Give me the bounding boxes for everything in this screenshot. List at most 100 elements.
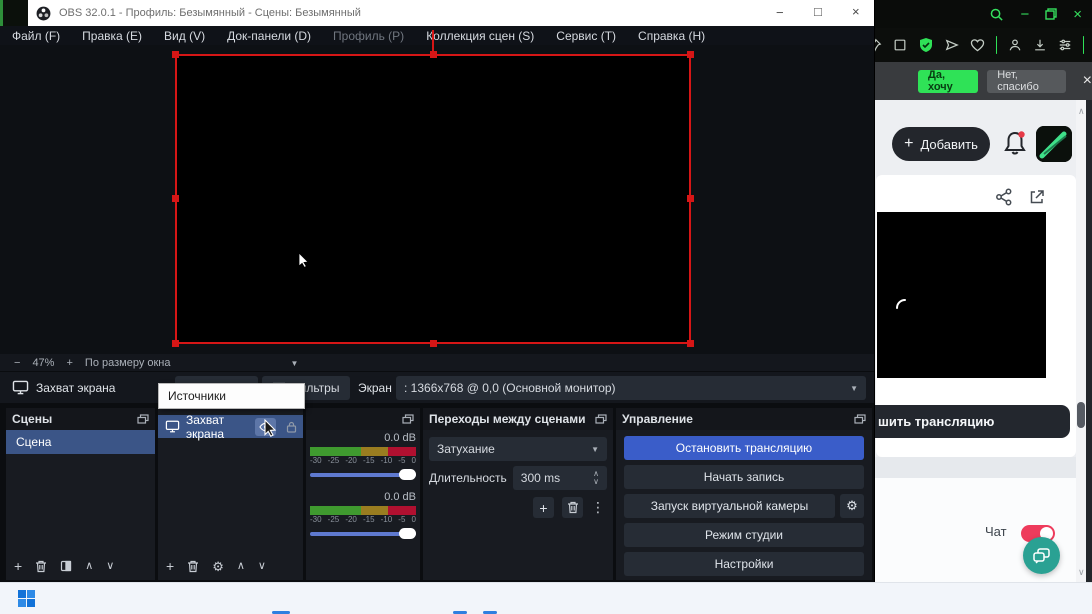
dock-popout-icon[interactable] bbox=[595, 414, 607, 424]
notification-close-icon[interactable]: × bbox=[1083, 72, 1092, 90]
zoom-out-button[interactable]: − bbox=[14, 357, 20, 369]
add-scene-button[interactable]: + bbox=[14, 559, 22, 573]
toolbar-divider bbox=[996, 36, 997, 54]
share-icon[interactable] bbox=[995, 188, 1013, 206]
scrollbar-thumb[interactable] bbox=[1077, 402, 1085, 428]
settings-sliders-icon[interactable] bbox=[1058, 38, 1072, 52]
browser-close-button[interactable]: × bbox=[1073, 7, 1082, 22]
browser-search-icon[interactable] bbox=[989, 7, 1004, 22]
active-source-label: Захват экрана bbox=[36, 381, 116, 395]
preview-canvas[interactable] bbox=[175, 54, 691, 344]
obs-minimize-button[interactable]: − bbox=[776, 6, 784, 19]
move-scene-down-button[interactable]: ∨ bbox=[106, 560, 114, 572]
studio-mode-button[interactable]: Режим студии bbox=[624, 523, 864, 547]
settings-button[interactable]: Настройки bbox=[624, 552, 864, 576]
transition-menu-button[interactable]: ⋮ bbox=[591, 499, 605, 516]
add-transition-button[interactable]: + bbox=[533, 497, 554, 518]
add-button-label: Добавить bbox=[920, 136, 978, 152]
browser-scrollbar[interactable] bbox=[1076, 100, 1086, 582]
send-icon[interactable] bbox=[945, 38, 959, 52]
notification-bar: Да, хочу Нет, спасибо × bbox=[868, 62, 1092, 100]
dock-popout-icon[interactable] bbox=[402, 414, 414, 424]
handle-top-left[interactable] bbox=[172, 51, 179, 58]
mixer-header bbox=[306, 408, 420, 430]
browser-minimize-button[interactable]: − bbox=[1020, 7, 1029, 22]
source-properties-button[interactable]: ⚙ bbox=[212, 560, 224, 573]
video-player[interactable] bbox=[877, 212, 1046, 378]
source-lock-icon[interactable] bbox=[286, 421, 297, 433]
menu-tools[interactable]: Сервис (T) bbox=[556, 29, 616, 43]
remove-transition-button[interactable] bbox=[562, 497, 583, 518]
duplicate-scene-button[interactable] bbox=[60, 560, 72, 572]
virtual-camera-config-button[interactable]: ⚙ bbox=[840, 494, 864, 518]
transition-type-select[interactable]: Затухание ▼ bbox=[429, 437, 607, 461]
caret-down-icon[interactable]: ▼ bbox=[291, 359, 299, 368]
slider-knob[interactable] bbox=[399, 469, 416, 480]
handle-bottom-center[interactable] bbox=[430, 340, 437, 347]
profile-icon[interactable] bbox=[1008, 38, 1022, 52]
start-button[interactable] bbox=[18, 590, 35, 607]
snapshot-icon[interactable] bbox=[893, 38, 907, 52]
handle-mid-right[interactable] bbox=[687, 195, 694, 202]
menu-file[interactable]: Файл (F) bbox=[12, 29, 60, 43]
zoom-in-button[interactable]: + bbox=[66, 357, 72, 369]
end-stream-button[interactable]: шить трансляцию bbox=[856, 405, 1070, 438]
handle-top-center[interactable] bbox=[430, 51, 437, 58]
source-list-item[interactable]: Захват экрана bbox=[158, 413, 303, 441]
scene-list-item[interactable]: Сцена bbox=[6, 430, 155, 454]
browser-edge bbox=[1086, 100, 1092, 582]
remove-scene-button[interactable] bbox=[35, 560, 47, 573]
volume-slider-1[interactable] bbox=[310, 469, 416, 480]
scroll-up-icon[interactable]: ∧ bbox=[1078, 107, 1085, 116]
accept-button[interactable]: Да, хочу bbox=[918, 69, 979, 93]
volume-slider-2[interactable] bbox=[310, 528, 416, 539]
avatar[interactable] bbox=[1036, 126, 1072, 162]
virtual-camera-button[interactable]: Запуск виртуальной камеры bbox=[624, 494, 835, 518]
slider-knob[interactable] bbox=[399, 528, 416, 539]
chat-fab-button[interactable] bbox=[1023, 537, 1060, 574]
dock-popout-icon[interactable] bbox=[137, 414, 149, 424]
meter1-ticks: -30 -25 -20 -15 -10 -5 0 bbox=[310, 456, 416, 465]
remove-source-button[interactable] bbox=[187, 560, 199, 573]
menu-profile[interactable]: Профиль (P) bbox=[333, 29, 404, 43]
zoom-bar: − 47% + По размеру окна ▼ bbox=[0, 354, 874, 372]
menu-scene-collection[interactable]: Коллекция сцен (S) bbox=[426, 29, 534, 43]
screen-select[interactable]: : 1366x768 @ 0,0 (Основной монитор) ▼ bbox=[396, 376, 866, 400]
download-icon[interactable] bbox=[1033, 38, 1047, 52]
add-button[interactable]: + Добавить bbox=[892, 127, 990, 161]
shield-badge-icon[interactable] bbox=[918, 37, 934, 53]
source-properties-row: Захват экрана Фильтры Экран : 1366x768 @… bbox=[0, 371, 874, 404]
menu-help[interactable]: Справка (H) bbox=[638, 29, 705, 43]
handle-mid-left[interactable] bbox=[172, 195, 179, 202]
scroll-down-icon[interactable]: ∨ bbox=[1078, 568, 1085, 577]
heart-icon[interactable] bbox=[970, 38, 985, 52]
start-record-button[interactable]: Начать запись bbox=[624, 465, 864, 489]
menu-docks[interactable]: Док-панели (D) bbox=[227, 29, 311, 43]
window-title: OBS 32.0.1 - Профиль: Безымянный - Сцены… bbox=[59, 7, 361, 19]
handle-top-right[interactable] bbox=[687, 51, 694, 58]
spin-down-icon[interactable]: ∨ bbox=[593, 478, 599, 486]
menu-view[interactable]: Вид (V) bbox=[164, 29, 205, 43]
add-source-button[interactable]: + bbox=[166, 559, 174, 573]
obs-maximize-button[interactable]: □ bbox=[814, 5, 822, 18]
duration-label: Длительность bbox=[429, 471, 507, 485]
obs-close-button[interactable]: × bbox=[852, 5, 860, 18]
dock-popout-icon[interactable] bbox=[854, 414, 866, 424]
handle-bottom-right[interactable] bbox=[687, 340, 694, 347]
desktop: − × Да, хочу Нет, спасибо × + Добавить ш… bbox=[0, 0, 1092, 614]
section-gap bbox=[868, 457, 1086, 478]
external-link-icon[interactable] bbox=[1028, 188, 1046, 206]
transitions-title: Переходы между сценами bbox=[429, 412, 586, 426]
move-source-down-button[interactable]: ∨ bbox=[258, 560, 266, 572]
browser-restore-button[interactable] bbox=[1045, 8, 1057, 20]
decline-button[interactable]: Нет, спасибо bbox=[987, 69, 1066, 93]
stop-stream-button[interactable]: Остановить трансляцию bbox=[624, 436, 864, 460]
bell-icon[interactable] bbox=[1002, 129, 1028, 157]
display-capture-icon bbox=[165, 420, 180, 433]
duration-spinbox[interactable]: 300 ms ∧ ∨ bbox=[512, 466, 607, 490]
handle-bottom-left[interactable] bbox=[172, 340, 179, 347]
move-source-up-button[interactable]: ∧ bbox=[237, 560, 245, 572]
move-scene-up-button[interactable]: ∧ bbox=[85, 560, 93, 572]
zoom-fit-select[interactable]: По размеру окна bbox=[85, 357, 171, 369]
menu-edit[interactable]: Правка (E) bbox=[82, 29, 142, 43]
